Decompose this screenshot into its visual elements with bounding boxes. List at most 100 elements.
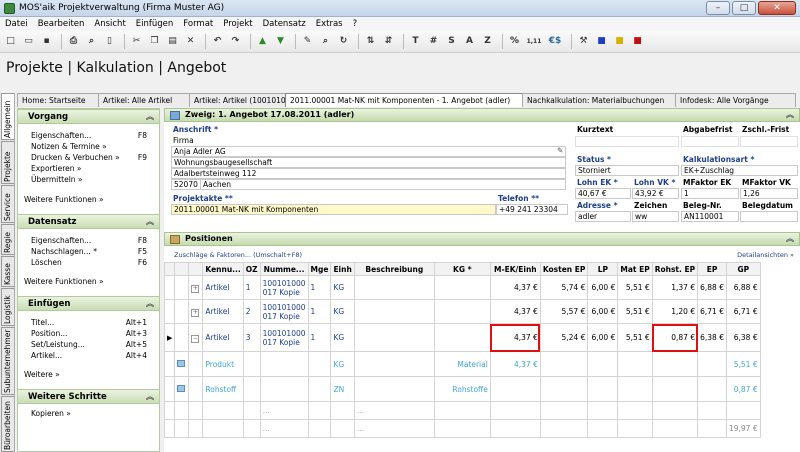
- collapse-icon[interactable]: ︽: [786, 233, 794, 245]
- print-icon[interactable]: ⎙: [66, 34, 81, 49]
- open-icon[interactable]: ▭: [21, 34, 36, 49]
- cell-kennung[interactable]: Artikel: [202, 299, 244, 324]
- col-beschreibung[interactable]: Beschreibung: [353, 262, 435, 276]
- format-a-button[interactable]: A: [462, 34, 477, 49]
- save-icon[interactable]: ▪: [39, 34, 54, 49]
- cell-mge[interactable]: 1: [307, 299, 332, 324]
- undo-icon[interactable]: ↶: [210, 34, 225, 49]
- cell-beschreibung[interactable]: [353, 275, 435, 300]
- col-lp[interactable]: LP: [587, 262, 619, 276]
- table-row[interactable]: + Artikel 1 100101000 017 Kopie 1 KG 4,37 €5,7…: [163, 275, 761, 300]
- tab-artikel-detail[interactable]: Artikel: Artikel (100101000...: [189, 93, 286, 107]
- empty-cell[interactable]: [330, 419, 355, 438]
- cell-ep[interactable]: 6,71 €: [697, 299, 727, 324]
- vtab-regie[interactable]: Regie: [1, 224, 14, 255]
- col-kennung[interactable]: Kennu...: [202, 262, 244, 276]
- cell-gp[interactable]: 6,71 €: [725, 299, 761, 324]
- cell-beschreibung[interactable]: [353, 351, 435, 377]
- cell-rohst[interactable]: [651, 376, 699, 402]
- einfuegen-weitere[interactable]: Weitere »: [18, 369, 159, 380]
- redo-icon[interactable]: ↷: [228, 34, 243, 49]
- sub-row[interactable]: Rohstoff ZN Rohstoffe 0,87 €: [163, 376, 761, 402]
- paste-icon[interactable]: ▤: [165, 34, 180, 49]
- vtab-subunternehmer[interactable]: Subunternehmer: [1, 327, 14, 395]
- vtab-kasse[interactable]: Kasse: [1, 256, 14, 287]
- cell-nummer[interactable]: [259, 351, 309, 377]
- tab-infodesk[interactable]: Infodesk: Alle Vorgänge: [675, 93, 796, 107]
- cell-rohst[interactable]: 1,37 €: [651, 275, 699, 300]
- empty-cell[interactable]: [433, 419, 491, 438]
- down-icon[interactable]: ▼: [273, 34, 288, 49]
- einfuegen-set[interactable]: Set/Leistung... Alt+5: [18, 339, 159, 350]
- empty-cell[interactable]: [651, 401, 699, 420]
- cell-kg[interactable]: [433, 323, 491, 352]
- lohn-ek-field[interactable]: 40,67 €: [575, 188, 631, 199]
- cell-mat[interactable]: 5,51 €: [617, 275, 653, 300]
- belegnr-field[interactable]: AN110001: [681, 211, 739, 222]
- menu-extras[interactable]: Extras: [311, 19, 348, 29]
- cell-oz[interactable]: 3: [242, 323, 261, 352]
- tool-icon[interactable]: ⚒: [576, 34, 591, 49]
- cell-mek[interactable]: 4,37 €: [489, 299, 541, 324]
- sub-row[interactable]: Produkt KG Material 4,37 € 5,51 €: [163, 351, 761, 377]
- edit-icon[interactable]: ✎: [300, 34, 315, 49]
- cell-mat[interactable]: 5,51 €: [617, 299, 653, 324]
- tab-home[interactable]: Home: Startseite: [17, 93, 99, 107]
- page-icon[interactable]: ▯: [102, 34, 117, 49]
- cell-kg[interactable]: [433, 299, 491, 324]
- empty-cell[interactable]: [174, 419, 190, 438]
- status-field[interactable]: Storniert: [575, 165, 679, 176]
- menu-datei[interactable]: Datei: [0, 19, 33, 29]
- table-row[interactable]: ▶ − Artikel 3 100101000 017 Kopie 1 KG 4,37 €5,…: [163, 323, 761, 352]
- collapse-icon[interactable]: ︽: [786, 109, 794, 121]
- vorgang-eigenschaften[interactable]: Eigenschaften... F8: [18, 130, 159, 141]
- menu-einfuegen[interactable]: Einfügen: [131, 19, 179, 29]
- cell-oz[interactable]: 2: [242, 299, 261, 324]
- cell-beschreibung[interactable]: [353, 376, 435, 402]
- empty-cell[interactable]: [651, 419, 699, 438]
- cell-ep[interactable]: [697, 376, 727, 402]
- vorgang-weitere[interactable]: Weitere Funktionen »: [18, 194, 159, 205]
- cell-mge[interactable]: 1: [307, 275, 332, 300]
- col-kg[interactable]: KG *: [433, 262, 491, 276]
- ort-field[interactable]: Aachen: [200, 179, 566, 190]
- empty-cell[interactable]: [725, 401, 761, 420]
- empty-cell[interactable]: [587, 401, 619, 420]
- mfaktor-vk-field[interactable]: 1,26: [740, 188, 798, 199]
- lock-blue-icon[interactable]: ■: [594, 34, 609, 49]
- expand-cell[interactable]: +: [188, 299, 204, 324]
- cell-rohst[interactable]: 0,87 €: [651, 323, 699, 352]
- plz-field[interactable]: 52070: [171, 179, 201, 190]
- kurztext-field[interactable]: [575, 136, 679, 147]
- empty-cell[interactable]: [539, 401, 589, 420]
- cell-mat[interactable]: 5,51 €: [617, 323, 653, 352]
- section-weitere-schritte[interactable]: Weitere Schritte ︽: [18, 389, 159, 404]
- cell-ep[interactable]: 6,88 €: [697, 275, 727, 300]
- empty-cell[interactable]: [188, 419, 204, 438]
- cell-einh[interactable]: ZN: [330, 376, 355, 402]
- search-icon[interactable]: ⌕: [318, 34, 333, 49]
- col-nummer[interactable]: Numme...: [259, 262, 309, 276]
- minimize-button[interactable]: –: [706, 1, 730, 15]
- vtab-allgemein[interactable]: Allgemein: [1, 93, 14, 140]
- menu-projekt[interactable]: Projekt: [218, 19, 257, 29]
- sort-icon[interactable]: ⇅: [363, 34, 378, 49]
- delete-icon[interactable]: ✕: [183, 34, 198, 49]
- cell-kosten[interactable]: [539, 351, 589, 377]
- cell-mek[interactable]: 4,37 €: [489, 323, 541, 352]
- cell-lp[interactable]: 6,00 €: [587, 299, 619, 324]
- zschl-frist-field[interactable]: [740, 136, 798, 147]
- col-kosten-ep[interactable]: Kosten EP: [539, 262, 589, 276]
- vorgang-exportieren[interactable]: Exportieren »: [18, 163, 159, 174]
- empty-cell[interactable]: [307, 419, 332, 438]
- empty-cell[interactable]: [489, 401, 541, 420]
- cell-mat[interactable]: [617, 351, 653, 377]
- empty-row[interactable]: ...... 19,97 €: [163, 419, 761, 438]
- empty-cell[interactable]: [242, 419, 261, 438]
- cell-rohst[interactable]: [651, 351, 699, 377]
- format-s-button[interactable]: S: [444, 34, 459, 49]
- cell-kg[interactable]: Rohstoffe: [433, 376, 491, 402]
- cell-mek[interactable]: 4,37 €: [489, 351, 541, 377]
- cell-oz[interactable]: [242, 376, 261, 402]
- cell-einh[interactable]: KG: [330, 299, 355, 324]
